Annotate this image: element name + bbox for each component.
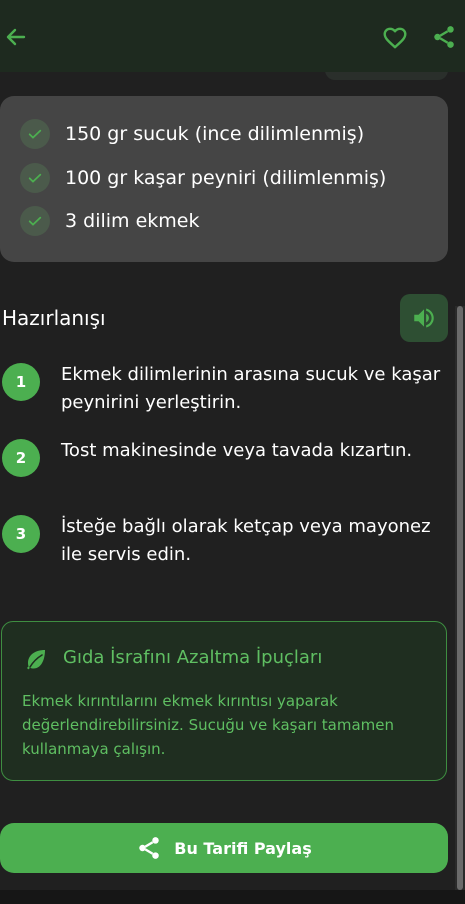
ingredient-item[interactable]: 3 dilim ekmek [20, 206, 199, 236]
heart-outline-icon[interactable] [382, 25, 408, 51]
check-icon [20, 119, 50, 149]
share-recipe-button[interactable]: Bu Tarifi Paylaş [0, 823, 448, 873]
ingredient-item[interactable]: 100 gr kaşar peyniri (dilimlenmiş) [20, 163, 386, 193]
scrollbar[interactable] [455, 306, 465, 904]
check-icon [20, 206, 50, 236]
step-text: Ekmek dilimlerinin arasına sucuk ve kaşa… [61, 364, 441, 413]
ingredient-item[interactable]: 150 gr sucuk (ince dilimlenmiş) [20, 119, 364, 149]
step-text: Tost makinesinde veya tavada kızartın. [61, 440, 413, 461]
step-number-badge: 2 [2, 439, 40, 477]
step-number-badge: 1 [2, 363, 40, 401]
ingredient-text: 100 gr kaşar peyniri (dilimlenmiş) [65, 167, 387, 189]
tips-body: Ekmek kırıntılarını ekmek kırıntısı yapa… [22, 692, 394, 758]
app-bar [0, 0, 465, 72]
leaf-icon [27, 650, 45, 670]
step-number-badge: 3 [2, 515, 40, 553]
bottom-edge [0, 890, 465, 904]
share-icon [139, 837, 160, 859]
preparation-title: Hazırlanışı [2, 306, 106, 330]
tips-title: Gıda İsrafını Azaltma İpuçları [63, 647, 323, 668]
share-recipe-label: Bu Tarifi Paylaş [174, 838, 312, 858]
check-icon [20, 163, 50, 193]
step-text: İsteğe bağlı olarak ketçap veya mayonez … [61, 516, 431, 565]
ingredients-card: 150 gr sucuk (ince dilimlenmiş) 100 gr k… [0, 96, 448, 262]
scrollbar-thumb[interactable] [457, 306, 463, 890]
food-waste-tips-card: Gıda İsrafını Azaltma İpuçları Ekmek kır… [1, 621, 447, 781]
share-icon[interactable] [431, 24, 457, 50]
volume-icon [414, 308, 434, 328]
ingredient-text: 150 gr sucuk (ince dilimlenmiş) [65, 123, 365, 145]
read-aloud-button[interactable] [400, 294, 448, 342]
arrow-left-icon[interactable] [4, 25, 28, 49]
ingredient-text: 3 dilim ekmek [65, 210, 200, 232]
